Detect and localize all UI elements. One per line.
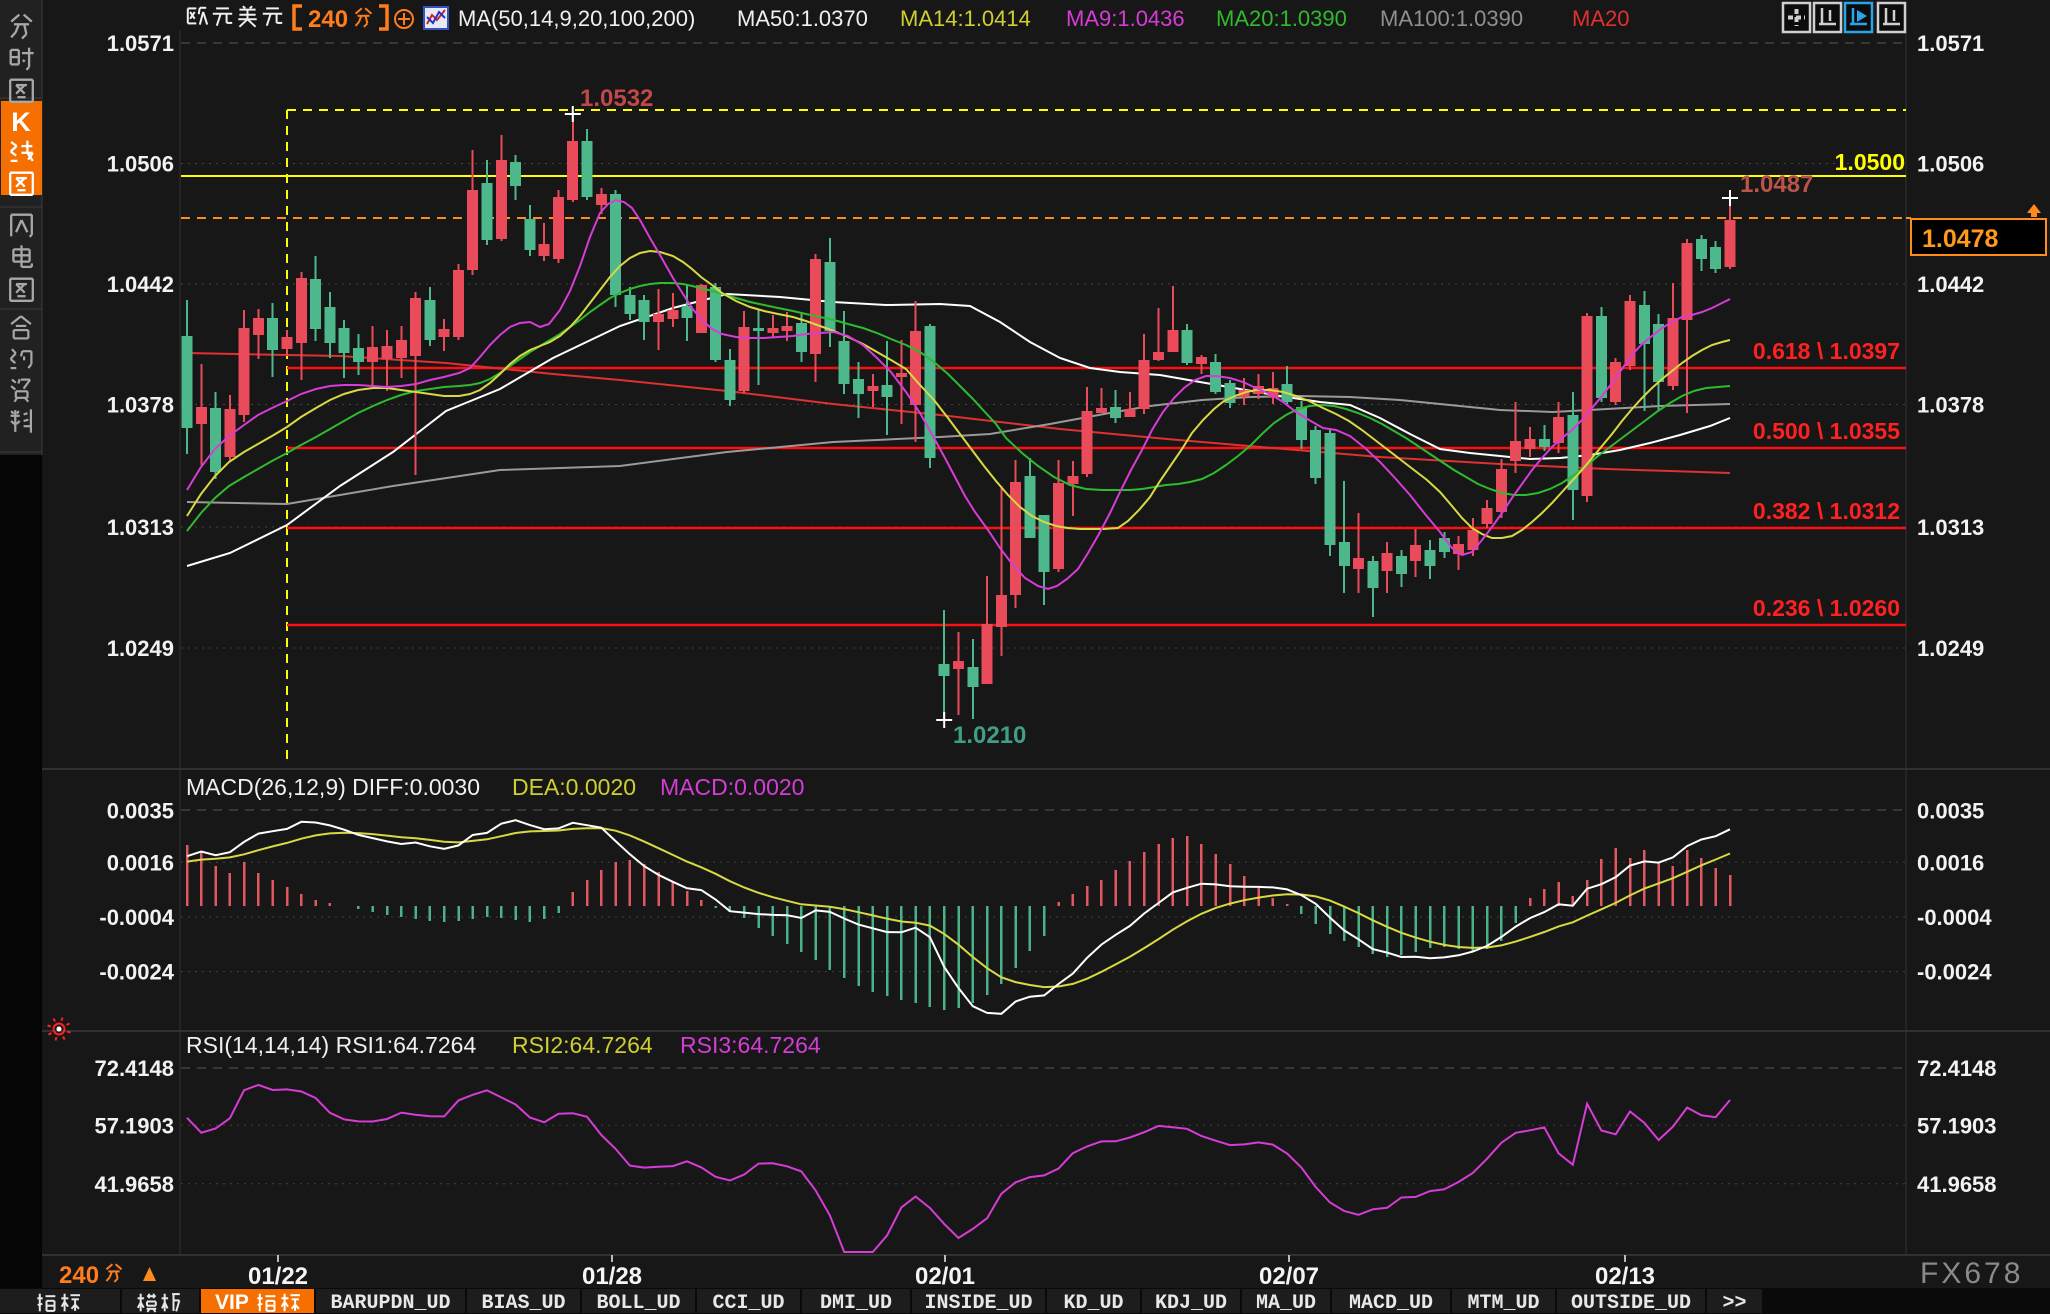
svg-text:MA9:1.0436: MA9:1.0436 <box>1066 6 1185 31</box>
svg-text:1.0506: 1.0506 <box>107 152 174 177</box>
svg-text:1.0487: 1.0487 <box>1740 171 1813 198</box>
svg-text:OUTSIDE_UD: OUTSIDE_UD <box>1571 1292 1691 1314</box>
svg-text:1.0532: 1.0532 <box>580 85 653 112</box>
svg-text:DMI_UD: DMI_UD <box>820 1292 892 1314</box>
svg-text:MA50:1.0370: MA50:1.0370 <box>737 6 868 31</box>
svg-text:1.0249: 1.0249 <box>107 636 174 661</box>
svg-text:02/13: 02/13 <box>1595 1263 1655 1290</box>
svg-text:MACD_UD: MACD_UD <box>1349 1292 1433 1314</box>
svg-text:1.0313: 1.0313 <box>1917 515 1984 540</box>
svg-text:-0.0024: -0.0024 <box>99 960 174 985</box>
svg-text:-0.0004: -0.0004 <box>99 905 174 930</box>
svg-text:1.0210: 1.0210 <box>953 722 1026 749</box>
svg-text:BOLL_UD: BOLL_UD <box>596 1292 680 1314</box>
svg-text:01/22: 01/22 <box>248 1263 308 1290</box>
svg-text:DEA:0.0020: DEA:0.0020 <box>512 774 636 800</box>
svg-text:240: 240 <box>308 6 348 33</box>
svg-text:MACD:0.0020: MACD:0.0020 <box>660 774 804 800</box>
svg-text:41.9658: 41.9658 <box>94 1172 174 1197</box>
svg-text:BARUPDN_UD: BARUPDN_UD <box>330 1292 450 1314</box>
svg-text:MTM_UD: MTM_UD <box>1467 1292 1539 1314</box>
svg-text:0.0016: 0.0016 <box>107 850 174 875</box>
svg-text:1.0478: 1.0478 <box>1922 225 1999 253</box>
svg-text:1.0378: 1.0378 <box>1917 393 1984 418</box>
svg-text:RSI(14,14,14) RSI1:64.7264: RSI(14,14,14) RSI1:64.7264 <box>186 1032 476 1058</box>
svg-text:BIAS_UD: BIAS_UD <box>481 1292 565 1314</box>
svg-text:1.0442: 1.0442 <box>107 272 174 297</box>
svg-text:0.618 \ 1.0397: 0.618 \ 1.0397 <box>1753 338 1900 364</box>
svg-text:RSI2:64.7264: RSI2:64.7264 <box>512 1032 653 1058</box>
svg-text:1.0571: 1.0571 <box>107 31 174 56</box>
svg-text:0.500 \ 1.0355: 0.500 \ 1.0355 <box>1753 418 1900 444</box>
svg-text:MACD(26,12,9) DIFF:0.0030: MACD(26,12,9) DIFF:0.0030 <box>186 774 480 800</box>
svg-text:1.0378: 1.0378 <box>107 393 174 418</box>
svg-text:-0.0004: -0.0004 <box>1917 905 1992 930</box>
svg-text:MA100:1.0390: MA100:1.0390 <box>1380 6 1523 31</box>
svg-text:1.0506: 1.0506 <box>1917 152 1984 177</box>
svg-text:MA20: MA20 <box>1572 6 1629 31</box>
svg-text:MA_UD: MA_UD <box>1256 1292 1316 1314</box>
svg-text:57.1903: 57.1903 <box>94 1113 174 1138</box>
svg-text:57.1903: 57.1903 <box>1917 1113 1997 1138</box>
svg-text:INSIDE_UD: INSIDE_UD <box>924 1292 1032 1314</box>
svg-text:0.236 \ 1.0260: 0.236 \ 1.0260 <box>1753 595 1900 621</box>
svg-text:41.9658: 41.9658 <box>1917 1172 1997 1197</box>
svg-text:>>: >> <box>1722 1292 1746 1314</box>
svg-text:KD_UD: KD_UD <box>1063 1292 1123 1314</box>
svg-text:02/07: 02/07 <box>1259 1263 1319 1290</box>
svg-text:1.0500: 1.0500 <box>1835 149 1905 175</box>
svg-text:240: 240 <box>59 1262 99 1289</box>
svg-text:1.0313: 1.0313 <box>107 515 174 540</box>
svg-text:RSI3:64.7264: RSI3:64.7264 <box>680 1032 821 1058</box>
svg-text:0.382 \ 1.0312: 0.382 \ 1.0312 <box>1753 498 1900 524</box>
svg-text:K: K <box>11 107 31 137</box>
svg-text:1.0249: 1.0249 <box>1917 636 1984 661</box>
svg-text:72.4148: 72.4148 <box>94 1056 174 1081</box>
svg-text:MA14:1.0414: MA14:1.0414 <box>900 6 1031 31</box>
svg-text:0.0016: 0.0016 <box>1917 850 1984 875</box>
svg-text:KDJ_UD: KDJ_UD <box>1155 1292 1227 1314</box>
svg-text:MA20:1.0390: MA20:1.0390 <box>1216 6 1347 31</box>
svg-text:72.4148: 72.4148 <box>1917 1056 1997 1081</box>
svg-text:02/01: 02/01 <box>915 1263 975 1290</box>
svg-text:1.0571: 1.0571 <box>1917 31 1984 56</box>
svg-text:CCI_UD: CCI_UD <box>712 1292 784 1314</box>
svg-text:0.0035: 0.0035 <box>1917 798 1984 823</box>
svg-text:01/28: 01/28 <box>582 1263 642 1290</box>
svg-text:VIP: VIP <box>215 1291 249 1314</box>
svg-text:0.0035: 0.0035 <box>107 798 174 823</box>
svg-text:-0.0024: -0.0024 <box>1917 960 1992 985</box>
svg-text:MA(50,14,9,20,100,200): MA(50,14,9,20,100,200) <box>458 6 695 31</box>
svg-text:FX678: FX678 <box>1920 1257 2023 1290</box>
svg-text:1.0442: 1.0442 <box>1917 272 1984 297</box>
